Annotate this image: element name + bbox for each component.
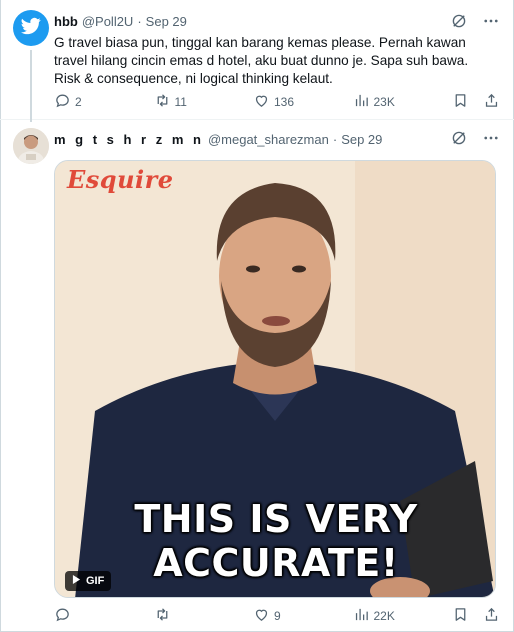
like-button[interactable]: 136 [253,92,305,112]
like-button[interactable]: 9 [253,606,305,626]
grok-icon[interactable] [450,12,468,30]
avatar[interactable] [13,128,49,164]
tweet-top-icons [450,12,500,30]
tweet-header: m g t s h r z m n @megat_sharezman · Sep… [54,129,382,149]
tweet-actions: 9 22K [54,606,500,626]
views-icon [353,606,370,626]
repost-count: 11 [174,95,187,109]
separator-dot: · [137,13,142,29]
views-icon [353,92,370,112]
display-name[interactable]: hbb [54,14,78,29]
bookmark-icon[interactable] [452,606,469,626]
separator-dot: · [332,131,338,147]
gif-label: GIF [86,575,105,587]
display-name[interactable]: m g t s h r z m n [54,132,204,147]
tweet-date[interactable]: Sep 29 [146,14,187,29]
more-icon[interactable] [482,129,500,147]
share-icon[interactable] [483,606,500,626]
tweet-2[interactable]: m g t s h r z m n @megat_sharezman · Sep… [0,120,514,632]
esquire-logo: Esquire [67,165,174,194]
reply-icon [54,606,71,626]
views-button[interactable]: 22K [353,606,405,626]
share-icon[interactable] [483,92,500,112]
tweet-top-icons [450,129,500,147]
view-count: 23K [373,95,395,109]
view-count: 22K [373,609,395,623]
repost-icon [154,606,171,626]
repost-button[interactable]: 11 [154,92,206,112]
repost-button[interactable] [154,606,206,626]
like-icon [253,606,270,626]
thread-line [30,50,32,122]
like-count: 9 [274,609,281,623]
reply-icon [54,92,71,112]
reply-button[interactable] [54,606,106,626]
more-icon[interactable] [482,12,500,30]
tweet-1[interactable]: hbb @Poll2U · Sep 29 G travel biasa pun,… [0,0,514,122]
gif-caption-line-1: THIS IS VERY [134,497,418,541]
gif-badge[interactable]: GIF [65,571,112,591]
reply-count: 2 [75,95,82,109]
twitter-bird-icon [21,16,41,41]
reply-button[interactable]: 2 [54,92,106,112]
grok-icon[interactable] [450,129,468,147]
views-button[interactable]: 23K [353,92,405,112]
tweet-date[interactable]: Sep 29 [341,132,382,147]
bookmark-icon[interactable] [452,92,469,112]
tweet-header: hbb @Poll2U · Sep 29 [54,11,187,31]
play-icon [72,575,81,587]
tweet-actions: 2 11 136 23K [54,92,500,112]
gif-media[interactable]: Esquire THIS IS VERY ACCURATE! GIF [54,160,496,598]
tweet-text: G travel biasa pun, tinggal kan barang k… [54,35,469,86]
like-icon [253,92,270,112]
gif-caption-line-2: ACCURATE! [153,541,399,585]
tweet-extra-actions [452,92,500,112]
user-handle[interactable]: @megat_sharezman [208,132,329,147]
repost-icon [154,92,171,112]
user-handle[interactable]: @Poll2U [82,14,134,29]
like-count: 136 [274,95,295,109]
tweet-extra-actions [452,606,500,626]
avatar[interactable] [13,10,49,46]
